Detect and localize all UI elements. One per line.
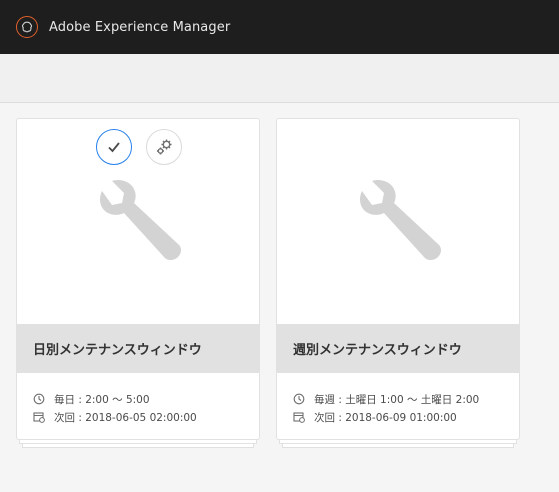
next-run-row: 次回 : 2018-06-09 01:00:00 [293,408,479,426]
card-body[interactable]: 日別メンテナンスウィンドウ 毎日 : 2:00 〜 5:00 次回 : 2018… [16,118,260,440]
wrench-icon [360,180,441,260]
card-title[interactable]: 週別メンテナンスウィンドウ [293,339,462,358]
next-run-row: 次回 : 2018-06-05 02:00:00 [33,408,197,426]
card-thumbnail[interactable] [17,119,259,324]
card-thumbnail[interactable] [277,119,519,324]
card-title-bar[interactable]: 週別メンテナンスウィンドウ [277,324,519,373]
wrench-icon [100,180,181,260]
app-title[interactable]: Adobe Experience Manager [49,20,230,35]
card-daily-maintenance[interactable]: 日別メンテナンスウィンドウ 毎日 : 2:00 〜 5:00 次回 : 2018… [16,118,260,448]
clock-icon [293,393,305,405]
check-icon [108,142,120,153]
calendar-clock-icon [33,412,45,423]
clock-icon [33,393,45,405]
gear-icon [157,139,172,155]
select-button[interactable] [96,129,132,165]
card-meta: 毎週 : 土曜日 1:00 〜 土曜日 2:00 次回 : 2018-06-09… [293,390,479,426]
card-body[interactable]: 週別メンテナンスウィンドウ 毎週 : 土曜日 1:00 〜 土曜日 2:00 次… [276,118,520,440]
adobe-logo-icon[interactable] [16,16,38,38]
calendar-clock-icon [293,412,305,423]
card-title-bar[interactable]: 日別メンテナンスウィンドウ [17,324,259,373]
card-weekly-maintenance[interactable]: 週別メンテナンスウィンドウ 毎週 : 土曜日 1:00 〜 土曜日 2:00 次… [276,118,520,448]
schedule-text: 毎日 : 2:00 〜 5:00 [54,393,150,406]
schedule-row: 毎週 : 土曜日 1:00 〜 土曜日 2:00 [293,390,479,408]
action-bar [0,54,559,103]
card-title[interactable]: 日別メンテナンスウィンドウ [33,339,202,358]
settings-button[interactable] [146,129,182,165]
schedule-text: 毎週 : 土曜日 1:00 〜 土曜日 2:00 [314,393,480,406]
card-meta: 毎日 : 2:00 〜 5:00 次回 : 2018-06-05 02:00:0… [33,390,197,426]
next-run-text: 次回 : 2018-06-05 02:00:00 [54,411,197,424]
next-run-text: 次回 : 2018-06-09 01:00:00 [314,411,457,424]
top-header: Adobe Experience Manager [0,0,559,54]
schedule-row: 毎日 : 2:00 〜 5:00 [33,390,197,408]
